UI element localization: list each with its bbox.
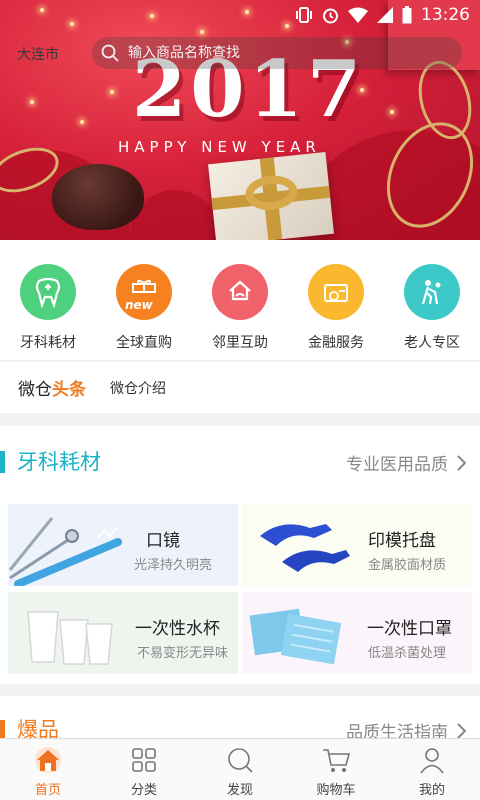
product-title: 口镜 [146, 531, 180, 551]
chevron-right-icon [457, 454, 466, 471]
quick-label: 金融服务 [308, 335, 364, 351]
alarm-icon [323, 8, 338, 23]
nav-label: 发现 [226, 783, 253, 798]
tooth-icon [20, 264, 76, 320]
nav-label: 分类 [130, 783, 157, 798]
nav-label: 首页 [34, 783, 61, 798]
face-masks-image [249, 608, 342, 665]
nav-category[interactable]: 分类 [96, 739, 192, 800]
banner-greeting: HAPPY NEW YEAR [118, 138, 321, 156]
elderly-icon [404, 264, 460, 320]
product-desc: 不易变形无异味 [136, 646, 228, 661]
product-desc: 光泽持久明亮 [133, 558, 212, 573]
product-desc: 低温杀菌处理 [367, 646, 446, 661]
nav-home[interactable]: 首页 [0, 739, 96, 800]
promo-banner[interactable]: 2017 HAPPY NEW YEAR [0, 0, 480, 240]
quick-label: 邻里互助 [212, 335, 268, 351]
profile-icon [420, 748, 444, 774]
quick-item-dental[interactable]: 牙科耗材 [0, 240, 96, 360]
discover-icon [228, 748, 253, 773]
nav-cart[interactable]: 购物车 [288, 739, 384, 800]
app-screen: 2017 HAPPY NEW YEAR 13:26 大连市 牙科耗 [0, 0, 480, 800]
headline-text[interactable]: 微仓介绍 [110, 378, 166, 398]
wallet-icon [308, 264, 364, 320]
nav-label: 购物车 [316, 783, 356, 798]
nav-discover[interactable]: 发现 [192, 739, 288, 800]
search-icon [101, 44, 119, 62]
wifi-icon [348, 7, 368, 23]
impression-tray-image [260, 524, 350, 572]
nav-label: 我的 [418, 783, 445, 798]
product-card-disposable-cup[interactable]: 一次性水杯 不易变形无异味 [8, 592, 238, 674]
fairy-light [390, 110, 394, 114]
dental-section: 牙科耗材 专业医用品质 口镜 光泽持久明亮 印模托盘 金属胶面材质 一次性水杯 … [0, 426, 480, 684]
home-hands-icon [212, 264, 268, 320]
product-card-disposable-mask[interactable]: 一次性口罩 低温杀菌处理 [242, 592, 472, 674]
vibrate-icon [296, 7, 312, 23]
signal-icon [377, 7, 393, 23]
product-title: 一次性口罩 [367, 619, 452, 639]
home-icon [35, 747, 61, 773]
headline-brand: 微仓头条 [18, 380, 86, 400]
teapot-image [52, 164, 144, 230]
product-desc: 金属胶面材质 [367, 558, 446, 573]
status-bar: 13:26 [0, 0, 480, 28]
quick-item-elderly[interactable]: 老人专区 [384, 240, 480, 360]
quick-category-row: 牙科耗材 new 全球直购 邻里互助 金融服务 老人专区 [0, 240, 480, 360]
search-bar[interactable] [92, 37, 462, 69]
product-title: 印模托盘 [368, 531, 436, 551]
section-more-link[interactable]: 专业医用品质 [346, 450, 466, 475]
bottom-nav: 首页 分类 发现 购物车 我的 [0, 738, 480, 800]
quick-item-neighbor[interactable]: 邻里互助 [192, 240, 288, 360]
battery-icon [402, 6, 412, 24]
fairy-light [30, 100, 34, 104]
gift-box-image [208, 152, 334, 240]
search-input[interactable] [128, 45, 428, 61]
location-selector[interactable]: 大连市 [17, 44, 59, 64]
product-card-impression-tray[interactable]: 印模托盘 金属胶面材质 [242, 504, 472, 586]
paper-cups-image [27, 611, 113, 665]
product-title: 一次性水杯 [135, 619, 220, 639]
quick-label: 老人专区 [404, 335, 460, 351]
chevron-right-icon [457, 722, 466, 739]
category-icon [132, 748, 156, 772]
cart-icon [323, 749, 351, 772]
new-badge: new [125, 298, 153, 312]
quick-label: 全球直购 [116, 335, 172, 351]
nav-profile[interactable]: 我的 [384, 739, 480, 800]
fairy-light [80, 120, 84, 124]
gift-new-icon: new [116, 264, 172, 320]
product-card-mouth-mirror[interactable]: 口镜 光泽持久明亮 [8, 504, 238, 586]
fairy-light [110, 90, 114, 94]
quick-item-finance[interactable]: 金融服务 [288, 240, 384, 360]
section-more-label: 专业医用品质 [346, 455, 448, 475]
dental-tools-image [8, 517, 122, 586]
section-accent-bar [0, 451, 5, 473]
section-title: 牙科耗材 [17, 450, 101, 474]
fairy-light [200, 30, 204, 34]
headline-bar[interactable]: 微仓头条 微仓介绍 [0, 361, 480, 413]
quick-item-global[interactable]: new 全球直购 [96, 240, 192, 360]
section-header: 牙科耗材 专业医用品质 [0, 426, 480, 496]
quick-label: 牙科耗材 [20, 335, 76, 351]
status-time: 13:26 [421, 5, 470, 25]
